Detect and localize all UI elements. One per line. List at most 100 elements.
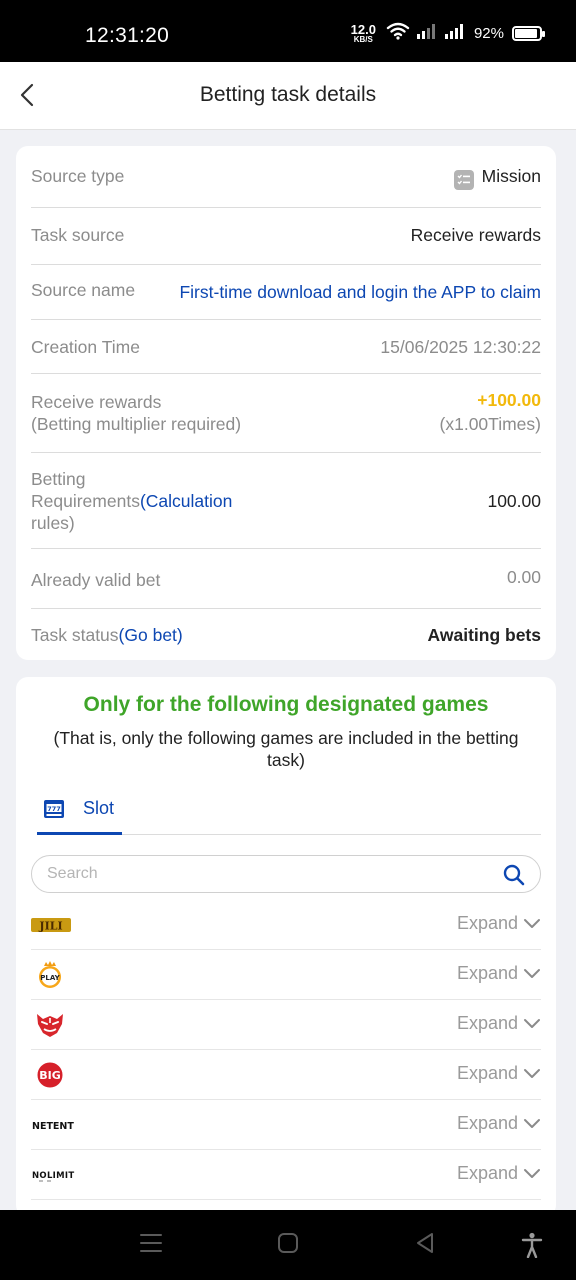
betting-req-label: Betting bbox=[31, 469, 86, 489]
home-icon bbox=[278, 1233, 298, 1253]
netent-logo: NETENT bbox=[31, 1112, 91, 1138]
expand-label: Expand bbox=[456, 1013, 518, 1033]
task-status-label: Task status(Go bet) bbox=[31, 624, 183, 646]
battery-icon bbox=[512, 26, 545, 41]
designated-games-title: Only for the following designated games bbox=[83, 693, 489, 716]
jili-logo: JILI bbox=[31, 912, 91, 938]
task-source-value: Receive rewards bbox=[410, 225, 541, 245]
tab-slot[interactable]: 777 Slot bbox=[37, 793, 122, 835]
provider-row-jili[interactable]: JILI Expand bbox=[31, 900, 541, 950]
task-source-label: Task source bbox=[31, 225, 125, 245]
row-creation-time: Creation Time 15/06/2025 12:30:22 bbox=[31, 320, 541, 374]
task-status-value: Awaiting bets bbox=[427, 625, 541, 645]
receive-rewards-label: Receive rewards bbox=[31, 392, 162, 412]
betting-req-label-2: Requirements(Calculation bbox=[31, 490, 232, 512]
expand-label: Expand bbox=[456, 913, 518, 933]
row-task-status: Task status(Go bet) Awaiting bets bbox=[31, 609, 541, 660]
source-name-label: Source name bbox=[31, 280, 136, 300]
expand-label: Expand bbox=[456, 1113, 518, 1133]
chevron-down-icon bbox=[524, 1168, 540, 1178]
mission-icon bbox=[453, 170, 474, 190]
creation-time-value: 15/06/2025 12:30:22 bbox=[380, 337, 541, 357]
expand-toggle[interactable]: Expand bbox=[457, 1063, 541, 1084]
signal-icon-1 bbox=[416, 23, 438, 44]
row-receive-rewards: Receive rewards (Betting multiplier requ… bbox=[31, 374, 541, 453]
big-time-gaming-logo: BIG bbox=[31, 1061, 91, 1089]
menu-icon bbox=[140, 1234, 162, 1252]
provider-row-red-tiger[interactable]: Expand bbox=[31, 1000, 541, 1050]
expand-toggle[interactable]: Expand bbox=[457, 1163, 541, 1184]
status-icons: 12.0 KB/S 92% bbox=[351, 22, 545, 45]
task-details-card: Source type Mission Task source Receive … bbox=[16, 146, 556, 660]
row-source-type: Source type Mission bbox=[31, 146, 541, 208]
source-name-link[interactable]: First-time download and login the APP to… bbox=[179, 281, 541, 303]
game-category-tabs: 777 Slot bbox=[37, 793, 541, 835]
chevron-down-icon bbox=[524, 918, 540, 928]
expand-label: Expand bbox=[456, 1163, 518, 1183]
receive-rewards-amount: +100.00 bbox=[477, 390, 541, 410]
svg-text:NETENT: NETENT bbox=[32, 1121, 74, 1132]
page-header: Betting task details bbox=[0, 62, 576, 130]
home-button[interactable] bbox=[277, 1232, 299, 1259]
tab-slot-label: Slot bbox=[83, 798, 115, 818]
status-bar: 12:31:20 12.0 KB/S 92% bbox=[0, 0, 576, 62]
wifi-icon bbox=[386, 22, 410, 45]
system-navigation-bar bbox=[0, 1210, 576, 1280]
designated-games-subtitle: (That is, only the following games are i… bbox=[53, 728, 519, 770]
row-source-name: Source name First-time download and logi… bbox=[31, 265, 541, 320]
svg-text:PLAY: PLAY bbox=[40, 974, 60, 982]
chevron-down-icon bbox=[524, 1118, 540, 1128]
receive-rewards-sublabel: (Betting multiplier required) bbox=[31, 414, 242, 434]
game-search-box bbox=[31, 855, 541, 893]
pragmatic-play-logo: PLAY bbox=[31, 961, 91, 988]
go-bet-link[interactable]: (Go bet) bbox=[119, 625, 183, 645]
calculation-rules-link-2[interactable]: rules) bbox=[31, 512, 75, 534]
slot-machine-icon: 777 bbox=[43, 799, 65, 824]
back-nav-button[interactable] bbox=[414, 1232, 436, 1259]
row-valid-bet: Already valid bet 0.00 bbox=[31, 549, 541, 609]
betting-req-value: 100.00 bbox=[487, 491, 541, 511]
chevron-down-icon bbox=[524, 1018, 540, 1028]
provider-row-nolimit-city[interactable]: NOLIMIT Expand bbox=[31, 1150, 541, 1200]
signal-icon-2 bbox=[444, 23, 466, 44]
task-status-label-text: Task status bbox=[31, 625, 119, 645]
expand-label: Expand bbox=[456, 1063, 518, 1083]
red-tiger-logo bbox=[31, 1012, 91, 1038]
calculation-rules-link[interactable]: (Calculation bbox=[140, 491, 232, 511]
triangle-back-icon bbox=[417, 1233, 433, 1253]
provider-row-pragmatic-play[interactable]: PLAY Expand bbox=[31, 950, 541, 1000]
accessibility-button[interactable] bbox=[520, 1232, 544, 1263]
svg-text:BIG: BIG bbox=[39, 1069, 61, 1082]
receive-rewards-multiplier: (x1.00Times) bbox=[439, 414, 541, 434]
expand-toggle[interactable]: Expand bbox=[457, 913, 541, 934]
chevron-down-icon bbox=[524, 968, 540, 978]
expand-toggle[interactable]: Expand bbox=[457, 1113, 541, 1134]
network-speed: 12.0 KB/S bbox=[351, 23, 376, 44]
svg-text:JILI: JILI bbox=[38, 920, 62, 933]
row-task-source: Task source Receive rewards bbox=[31, 208, 541, 265]
source-type-text: Mission bbox=[481, 166, 541, 186]
recent-apps-button[interactable] bbox=[140, 1232, 162, 1259]
expand-label: Expand bbox=[456, 963, 518, 983]
status-time: 12:31:20 bbox=[85, 24, 170, 47]
expand-toggle[interactable]: Expand bbox=[457, 1013, 541, 1034]
valid-bet-label: Already valid bet bbox=[31, 570, 161, 590]
betting-req-label-text: Requirements bbox=[31, 491, 140, 511]
provider-row-netent[interactable]: NETENT Expand bbox=[31, 1100, 541, 1150]
row-betting-requirements: Betting Requirements(Calculation rules) … bbox=[31, 453, 541, 549]
source-type-label: Source type bbox=[31, 166, 125, 186]
designated-games-card: Only for the following designated games … bbox=[16, 677, 556, 1217]
valid-bet-value: 0.00 bbox=[506, 567, 541, 587]
battery-percent: 92% bbox=[473, 25, 504, 42]
source-type-value: Mission bbox=[453, 165, 541, 190]
creation-time-label: Creation Time bbox=[31, 337, 140, 357]
nolimit-city-logo: NOLIMIT bbox=[31, 1162, 91, 1188]
search-input[interactable] bbox=[47, 856, 487, 892]
page-title: Betting task details bbox=[199, 83, 377, 106]
chevron-down-icon bbox=[524, 1068, 540, 1078]
provider-row-big-time-gaming[interactable]: BIG Expand bbox=[31, 1050, 541, 1100]
expand-toggle[interactable]: Expand bbox=[457, 963, 541, 984]
svg-text:NOLIMIT: NOLIMIT bbox=[32, 1171, 74, 1181]
svg-text:777: 777 bbox=[47, 805, 61, 813]
search-icon[interactable] bbox=[502, 863, 526, 892]
